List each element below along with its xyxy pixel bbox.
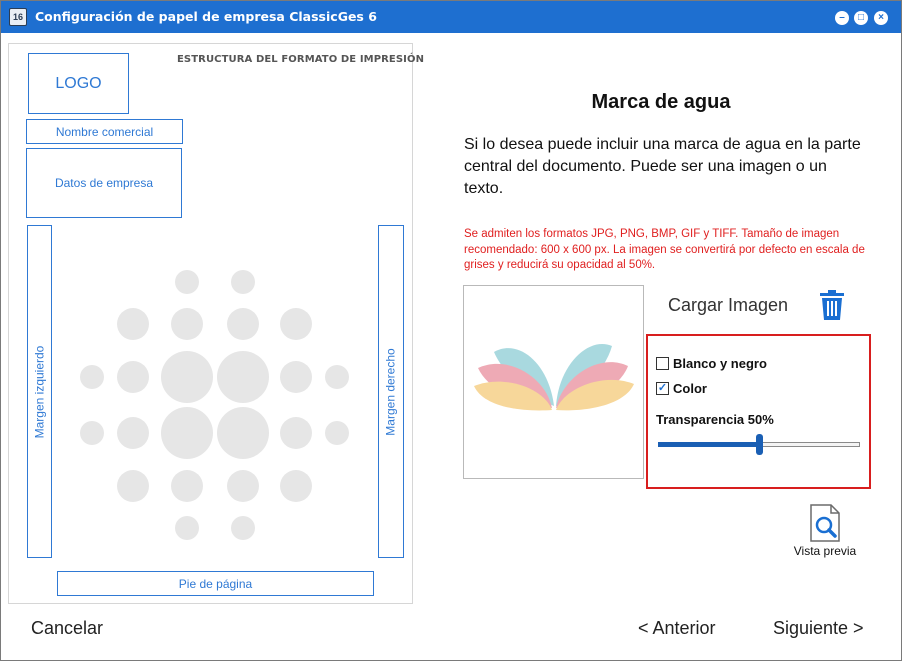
preview-button[interactable]: Vista previa [791,544,859,558]
watermark-description: Si lo desea puede incluir una marca de a… [464,136,861,197]
color-label: Color [673,381,707,396]
bw-option[interactable]: Blanco y negro [656,356,767,371]
title-bar: 16 Configuración de papel de empresa Cla… [1,1,901,33]
page-title: Marca de agua [591,91,731,113]
footer-region: Pie de página [57,571,374,596]
color-checkbox[interactable]: ✓ [656,382,669,395]
color-option[interactable]: ✓ Color [656,381,707,396]
transparency-slider[interactable] [658,434,860,455]
app-icon: 16 [9,8,27,26]
format-note: Se admiten los formatos JPG, PNG, BMP, G… [464,228,865,271]
maximize-icon[interactable]: □ [854,11,868,25]
watermark-image [474,343,634,411]
wizard-window: 16 Configuración de papel de empresa Cla… [0,0,902,661]
trash-icon[interactable] [818,290,846,320]
bw-label: Blanco y negro [673,356,767,371]
previous-button[interactable]: < Anterior [638,618,716,639]
slider-fill [658,442,759,447]
bw-checkbox[interactable] [656,357,669,370]
next-button[interactable]: Siguiente > [773,618,864,639]
minimize-icon[interactable]: – [835,11,849,25]
watermark-placeholder-pattern [80,270,349,540]
slider-thumb[interactable] [756,434,763,455]
color-options-panel: Blanco y negro ✓ Color Transparencia 50% [646,334,871,489]
close-icon[interactable]: × [874,11,888,25]
watermark-image-preview [463,285,644,479]
document-magnifier-icon[interactable] [807,504,842,542]
footer-label: Pie de página [178,576,253,591]
print-format-structure-panel: ESTRUCTURA DEL FORMATO DE IMPRESIÓN LOGO… [8,43,424,604]
window-title: Configuración de papel de empresa Classi… [35,9,377,24]
load-image-button[interactable]: Cargar Imagen [668,295,788,316]
cancel-button[interactable]: Cancelar [31,618,103,639]
transparency-label: Transparencia 50% [656,412,774,427]
